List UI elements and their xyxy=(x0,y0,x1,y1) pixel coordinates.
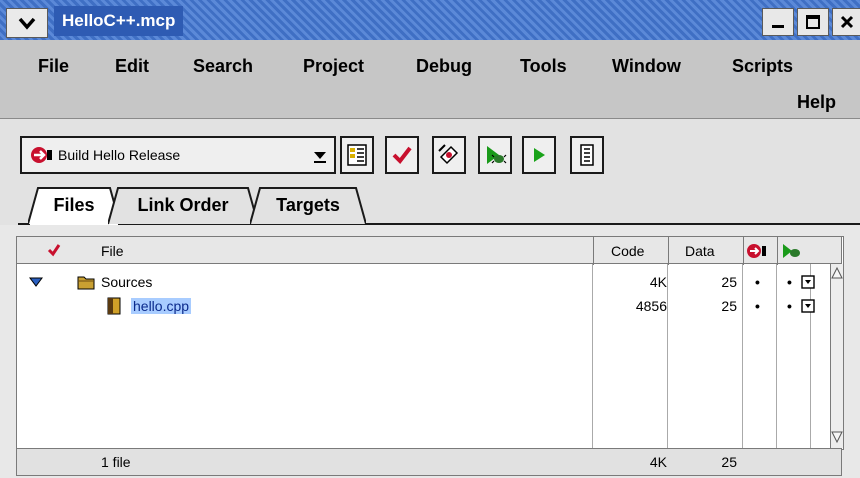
tab-files[interactable]: Files xyxy=(28,187,120,225)
cpp-file-icon xyxy=(107,297,121,319)
file-list xyxy=(16,236,844,450)
build-target-select[interactable]: Build Hello Release xyxy=(20,136,336,174)
check-syntax-button[interactable] xyxy=(385,136,419,174)
file-list-header: File Code Data xyxy=(16,236,842,265)
project-inspector-button[interactable] xyxy=(570,136,604,174)
footer-code-total: 4K xyxy=(649,454,667,470)
chevron-down-icon xyxy=(18,17,36,30)
file-list-footer: 1 file 4K 25 xyxy=(16,448,842,476)
window-title: HelloC++.mcp xyxy=(54,6,184,36)
target-column-icon[interactable] xyxy=(745,241,767,269)
disclosure-triangle-icon[interactable] xyxy=(29,276,43,289)
tab-link-order[interactable]: Link Order xyxy=(108,187,258,225)
settings-panel-icon xyxy=(347,144,367,166)
column-divider xyxy=(668,237,669,265)
menu-project[interactable]: Project xyxy=(303,56,364,77)
row-debug-bullet[interactable]: • xyxy=(787,294,792,318)
row-name: Sources xyxy=(101,274,153,290)
compile-icon xyxy=(438,144,459,165)
menu-search[interactable]: Search xyxy=(193,56,253,77)
close-icon xyxy=(840,15,854,29)
menu-scripts[interactable]: Scripts xyxy=(732,56,793,77)
build-target-label: Build Hello Release xyxy=(58,147,181,163)
document-icon xyxy=(580,144,594,166)
file-count: 1 file xyxy=(101,454,131,470)
row-popup-menu-icon[interactable] xyxy=(801,275,815,291)
row-data: 25 xyxy=(721,274,737,290)
row-debug-bullet[interactable]: • xyxy=(787,270,792,294)
footer-data-total: 25 xyxy=(721,454,737,470)
menu-help[interactable]: Help xyxy=(797,92,836,113)
checkmark-icon xyxy=(392,146,412,165)
column-divider xyxy=(777,237,778,265)
bug-icon xyxy=(487,146,507,164)
maximize-icon xyxy=(806,15,820,29)
vertical-scrollbar[interactable] xyxy=(830,264,843,448)
tab-link-order-label: Link Order xyxy=(137,195,229,215)
debug-column-icon[interactable] xyxy=(781,241,803,269)
menu-window[interactable]: Window xyxy=(612,56,681,77)
menu-edit[interactable]: Edit xyxy=(115,56,149,77)
window-menu-button[interactable] xyxy=(6,8,48,38)
column-divider xyxy=(743,237,744,265)
menu-bar: File Edit Search Project Debug Tools Win… xyxy=(0,40,860,119)
column-divider xyxy=(593,237,594,265)
scroll-down-arrow-icon[interactable] xyxy=(831,430,843,444)
title-bar[interactable]: HelloC++.mcp xyxy=(0,0,860,40)
column-header-code[interactable]: Code xyxy=(611,237,644,265)
target-settings-button[interactable] xyxy=(340,136,374,174)
selected-file-name: hello.cpp xyxy=(131,298,192,314)
run-button[interactable] xyxy=(522,136,556,174)
tab-targets-label: Targets xyxy=(276,195,340,215)
row-target-bullet[interactable]: • xyxy=(755,270,760,294)
project-window: HelloC++.mcp File Edit Search Project De… xyxy=(0,0,860,478)
tab-targets[interactable]: Targets xyxy=(250,187,366,225)
column-header-data[interactable]: Data xyxy=(685,237,715,265)
row-code: 4856 xyxy=(635,298,667,314)
row-popup-menu-icon[interactable] xyxy=(801,299,815,315)
play-icon xyxy=(534,148,545,162)
row-data: 25 xyxy=(721,298,737,314)
column-header-file[interactable]: File xyxy=(101,237,124,265)
minimize-button[interactable] xyxy=(762,8,794,36)
row-name: hello.cpp xyxy=(131,294,192,318)
menu-debug[interactable]: Debug xyxy=(416,56,472,77)
dropdown-arrow-icon xyxy=(312,148,328,167)
row-code: 4K xyxy=(649,274,667,290)
tab-files-label: Files xyxy=(53,195,95,215)
scroll-up-arrow-icon[interactable] xyxy=(831,266,843,280)
project-toolbar: Build Hello Release xyxy=(0,119,860,181)
maximize-button[interactable] xyxy=(797,8,829,36)
menu-file[interactable]: File xyxy=(38,56,69,77)
minimize-icon xyxy=(772,25,784,28)
menu-tools[interactable]: Tools xyxy=(520,56,567,77)
table-row[interactable]: hello.cpp 4856 25 • • xyxy=(17,294,829,318)
close-button[interactable] xyxy=(832,8,860,36)
view-tabs: Files Link Order Targets xyxy=(0,181,860,225)
table-row[interactable]: Sources 4K 25 • • xyxy=(17,270,829,294)
check-column-icon[interactable] xyxy=(47,243,61,271)
build-target-icon xyxy=(28,144,54,169)
folder-icon xyxy=(77,273,95,295)
debug-button[interactable] xyxy=(478,136,512,174)
row-target-bullet[interactable]: • xyxy=(755,294,760,318)
compile-button[interactable] xyxy=(432,136,466,174)
